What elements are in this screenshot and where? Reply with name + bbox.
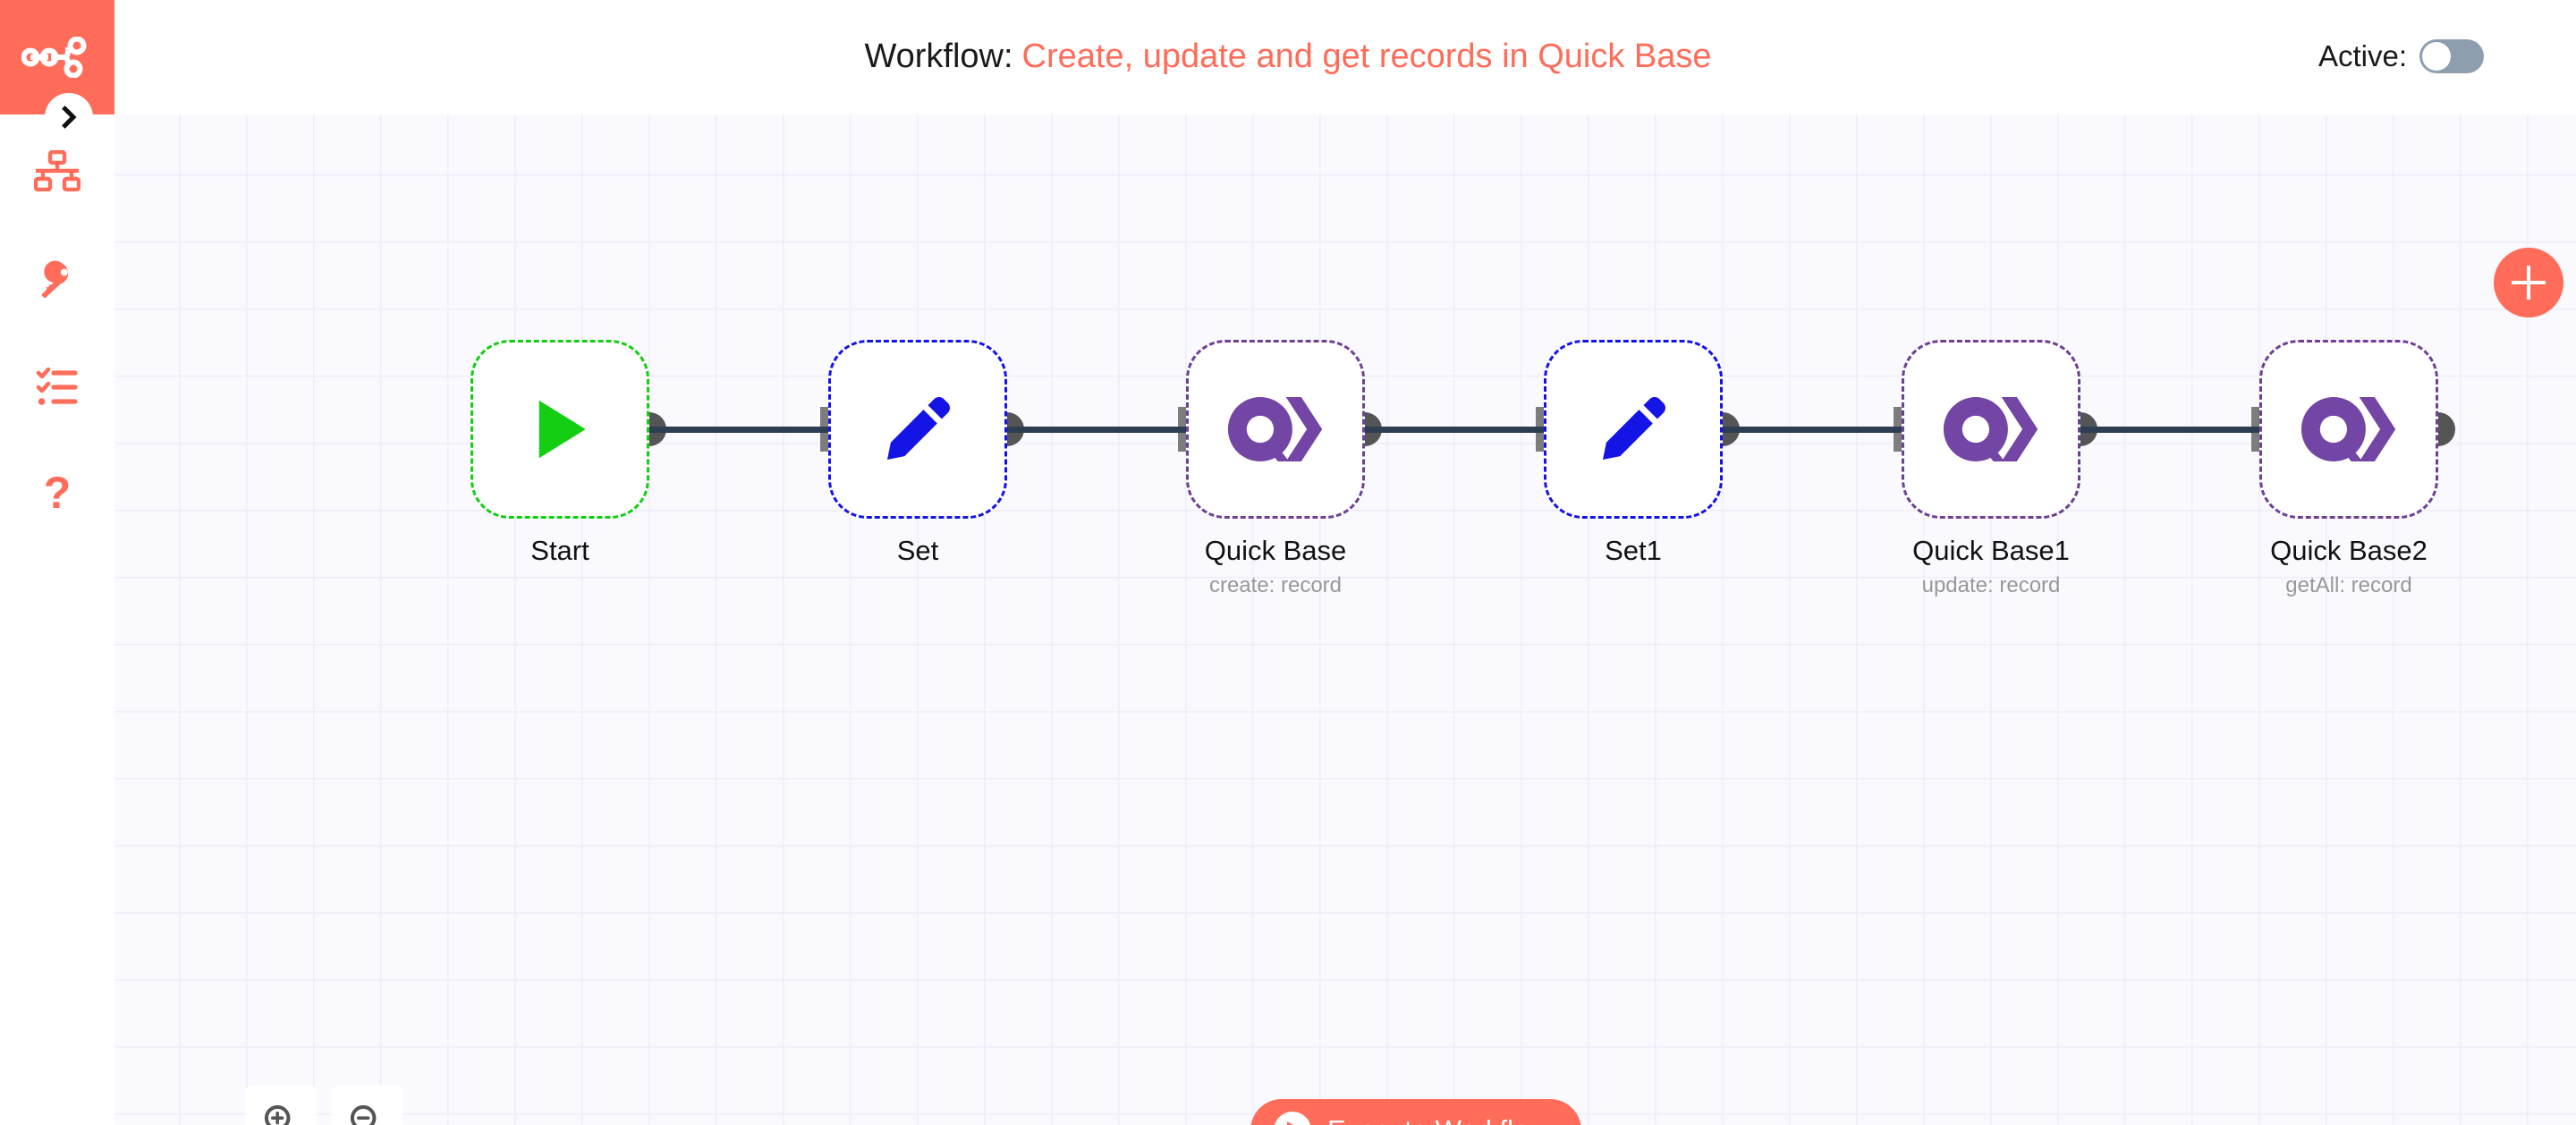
zoom-out-button[interactable] — [331, 1086, 402, 1125]
play-icon — [1274, 1112, 1311, 1125]
sidebar-item-executions[interactable] — [0, 356, 114, 419]
node-name-label: Quick Base — [1204, 535, 1347, 566]
quickbase-icon — [2301, 397, 2396, 461]
key-icon — [41, 260, 69, 299]
node-caption: Quick Base2 getAll: record — [2152, 535, 2546, 599]
node-name-label: Quick Base1 — [1912, 535, 2070, 566]
workflow-node-set[interactable] — [828, 340, 1007, 519]
expand-sidebar-button[interactable] — [45, 93, 93, 141]
chevron-right-icon — [62, 106, 77, 129]
play-triangle — [1287, 1121, 1302, 1125]
execute-workflow-button[interactable]: Execute Workflow — [1250, 1099, 1581, 1125]
workflow-node-quick-base[interactable] — [1186, 340, 1365, 519]
sidebar-item-credentials[interactable] — [0, 248, 114, 310]
connection-line[interactable] — [2080, 427, 2259, 433]
active-toggle-group: Active: — [2318, 36, 2484, 77]
top-header: Workflow: Create, update and get records … — [0, 0, 2576, 114]
workflow-prefix-label: Workflow: — [864, 38, 1013, 75]
pencil-icon — [886, 397, 950, 461]
node-name-label: Set1 — [1605, 535, 1662, 566]
node-subtitle-label: getAll: record — [2285, 573, 2412, 597]
plus-icon-vertical — [2527, 266, 2530, 300]
active-label: Active: — [2318, 39, 2407, 72]
node-subtitle-label: create: record — [1208, 573, 1343, 597]
connection-line[interactable] — [1723, 427, 1902, 433]
checklist-icon — [36, 368, 78, 405]
play-icon — [538, 400, 586, 459]
pencil-icon — [1602, 397, 1665, 461]
connection-line[interactable] — [649, 427, 828, 433]
question-mark-icon: ? — [44, 472, 72, 518]
workflow-node-set1[interactable] — [1544, 340, 1723, 519]
node-subtitle-label: update: record — [1921, 573, 2061, 597]
quickbase-icon — [1943, 397, 2038, 461]
execute-workflow-label: Execute Workflow — [1327, 1114, 1549, 1125]
n8n-logo-icon — [21, 37, 87, 78]
connection-line[interactable] — [1365, 427, 1544, 433]
toggle-knob — [2422, 42, 2451, 71]
node-caption: Set — [721, 535, 1114, 567]
workflow-canvas[interactable]: Start Set Quick Base create: record Set1 Quic… — [114, 114, 2576, 1125]
n8n-workflow-editor: Start Set Quick Base create: record Set1 Quic… — [0, 0, 2576, 1125]
node-name-label: Quick Base2 — [2270, 535, 2428, 566]
left-sidebar: ? — [0, 0, 114, 1125]
sitemap-icon — [34, 150, 80, 191]
node-caption: Start — [363, 535, 757, 567]
connection-layer — [114, 114, 2576, 1125]
workflow-node-quick-base1[interactable] — [1902, 340, 2080, 519]
node-caption: Set1 — [1436, 535, 1830, 567]
node-name-label: Start — [530, 535, 589, 566]
workflow-node-start[interactable] — [470, 340, 649, 519]
zoom-in-button[interactable] — [245, 1086, 317, 1125]
node-caption: Quick Base1 update: record — [1794, 535, 2188, 599]
node-name-label: Set — [896, 535, 939, 566]
svg-text:?: ? — [44, 472, 72, 518]
page-title: Workflow: Create, update and get records … — [0, 36, 2576, 77]
workflow-name[interactable]: Create, update and get records in Quick … — [1022, 38, 1712, 75]
add-node-button[interactable] — [2494, 248, 2563, 317]
sidebar-item-help[interactable]: ? — [0, 464, 114, 527]
zoom-in-icon — [264, 1104, 291, 1125]
quickbase-icon — [1227, 397, 1323, 461]
zoom-controls — [245, 1086, 402, 1125]
node-caption: Quick Base create: record — [1079, 535, 1472, 599]
sidebar-item-workflows[interactable] — [0, 140, 114, 202]
zoom-out-icon — [350, 1104, 377, 1125]
workflow-node-quick-base2[interactable] — [2259, 340, 2438, 519]
active-toggle[interactable] — [2419, 39, 2484, 73]
connection-line[interactable] — [1007, 427, 1186, 433]
